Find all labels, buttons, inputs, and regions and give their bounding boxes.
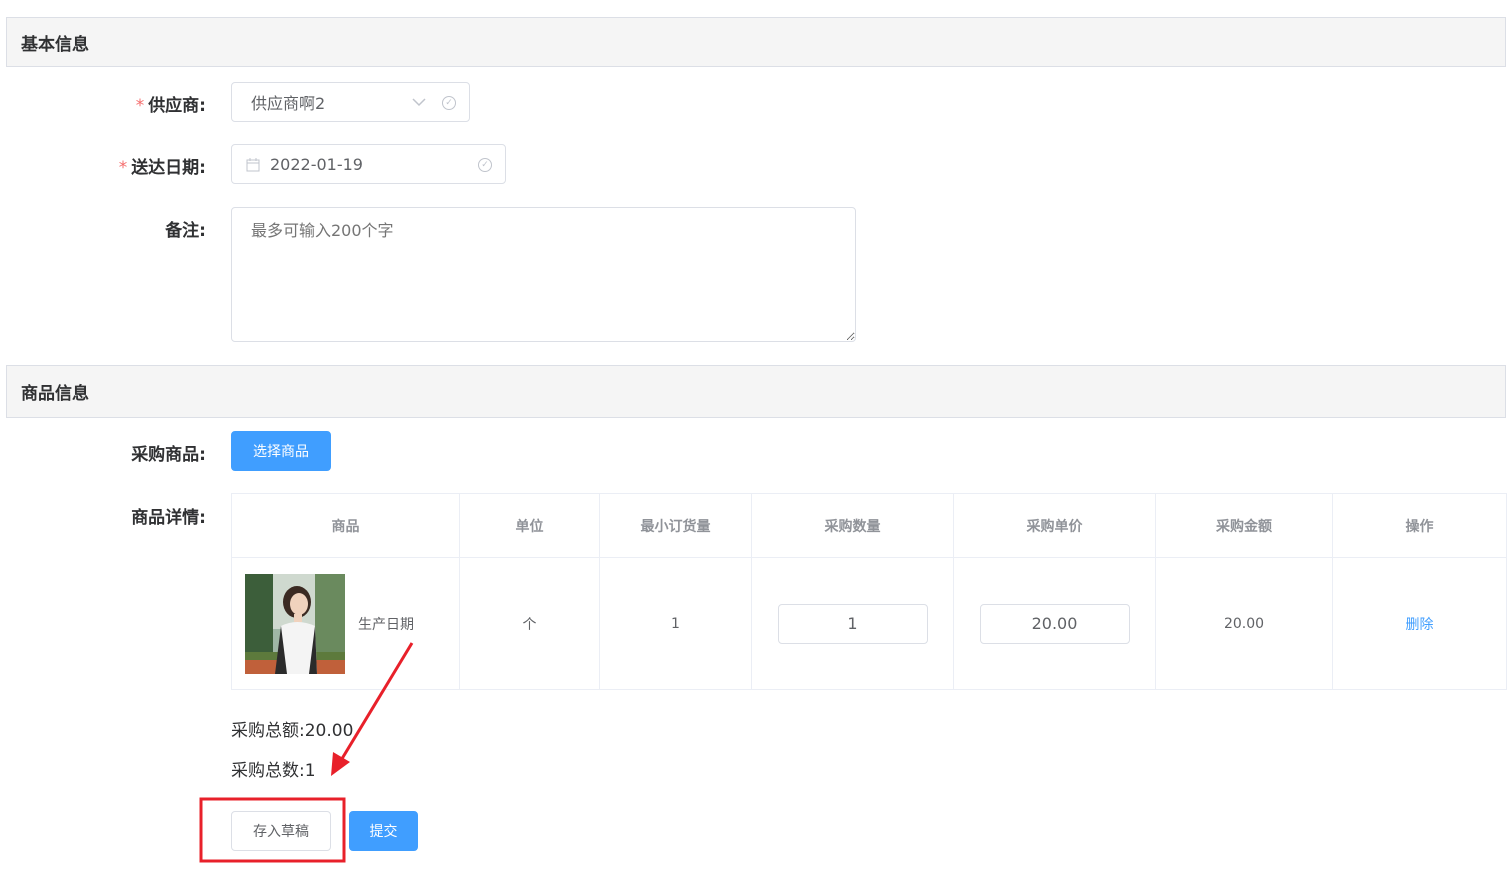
select-goods-button[interactable]: 选择商品 xyxy=(231,431,331,471)
unit-price-cell: 20.00 xyxy=(953,557,1156,690)
required-mark: * xyxy=(135,96,145,116)
supplier-select[interactable]: 供应商啊2 ✓ xyxy=(231,82,470,122)
chevron-down-icon xyxy=(412,98,426,107)
amount-cell: 20.00 xyxy=(1155,557,1333,690)
header-unit: 单位 xyxy=(459,493,600,558)
total-count: 采购总数:1 xyxy=(231,756,316,781)
header-min-order: 最小订货量 xyxy=(599,493,752,558)
total-count-label: 采购总数: xyxy=(231,761,305,781)
header-unit-price: 采购单价 xyxy=(953,493,1156,558)
annotation-arrow-head xyxy=(331,752,350,776)
delivery-date-picker[interactable]: 2022-01-19 ✓ xyxy=(231,144,506,184)
basic-info-title: 基本信息 xyxy=(21,34,89,55)
min-order-cell: 1 xyxy=(599,557,752,690)
required-mark: * xyxy=(118,158,128,178)
header-amount: 采购金额 xyxy=(1155,493,1333,558)
total-count-value: 1 xyxy=(304,761,316,781)
save-draft-button[interactable]: 存入草稿 xyxy=(231,811,331,851)
qty-input[interactable]: 1 xyxy=(777,603,928,644)
goods-info-title: 商品信息 xyxy=(21,384,89,404)
product-name: 生产日期 xyxy=(358,616,414,633)
submit-button[interactable]: 提交 xyxy=(349,811,418,851)
goods-table: 商品 单位 最小订货量 采购数量 采购单价 采购金额 操作 生产日期 个 1 1… xyxy=(231,493,1507,690)
goods-info-header: 商品信息 xyxy=(6,365,1506,418)
unit-price-input[interactable]: 20.00 xyxy=(979,603,1130,644)
table-row: 生产日期 个 1 1 20.00 20.00 删除 xyxy=(231,557,1507,690)
basic-info-header: 基本信息 xyxy=(6,17,1506,67)
total-amount-label: 采购总额: xyxy=(231,721,305,741)
delivery-date-label: * 送达日期: xyxy=(118,158,206,178)
check-circle-icon: ✓ xyxy=(442,96,456,110)
header-product: 商品 xyxy=(231,493,460,558)
product-cell: 生产日期 xyxy=(231,557,460,690)
supplier-value: 供应商啊2 xyxy=(251,94,326,113)
delete-link[interactable]: 删除 xyxy=(1406,617,1434,633)
calendar-icon xyxy=(246,158,260,172)
remark-label: 备注: xyxy=(165,221,206,241)
header-action: 操作 xyxy=(1332,493,1507,558)
total-amount-value: 20.00 xyxy=(304,721,354,741)
check-circle-icon: ✓ xyxy=(478,158,492,172)
header-qty: 采购数量 xyxy=(751,493,954,558)
supplier-label: * 供应商: xyxy=(135,96,206,116)
total-amount: 采购总额:20.00 xyxy=(231,716,353,741)
purchase-goods-label: 采购商品: xyxy=(131,445,206,465)
delivery-date-value: 2022-01-19 xyxy=(270,154,363,174)
remark-textarea[interactable] xyxy=(231,207,856,342)
qty-cell: 1 xyxy=(751,557,954,690)
goods-detail-label: 商品详情: xyxy=(131,508,206,528)
annotation-overlay xyxy=(199,642,414,863)
product-thumbnail xyxy=(245,573,345,674)
unit-cell: 个 xyxy=(459,557,600,690)
table-header-row: 商品 单位 最小订货量 采购数量 采购单价 采购金额 操作 xyxy=(231,493,1507,558)
action-cell: 删除 xyxy=(1332,557,1507,690)
